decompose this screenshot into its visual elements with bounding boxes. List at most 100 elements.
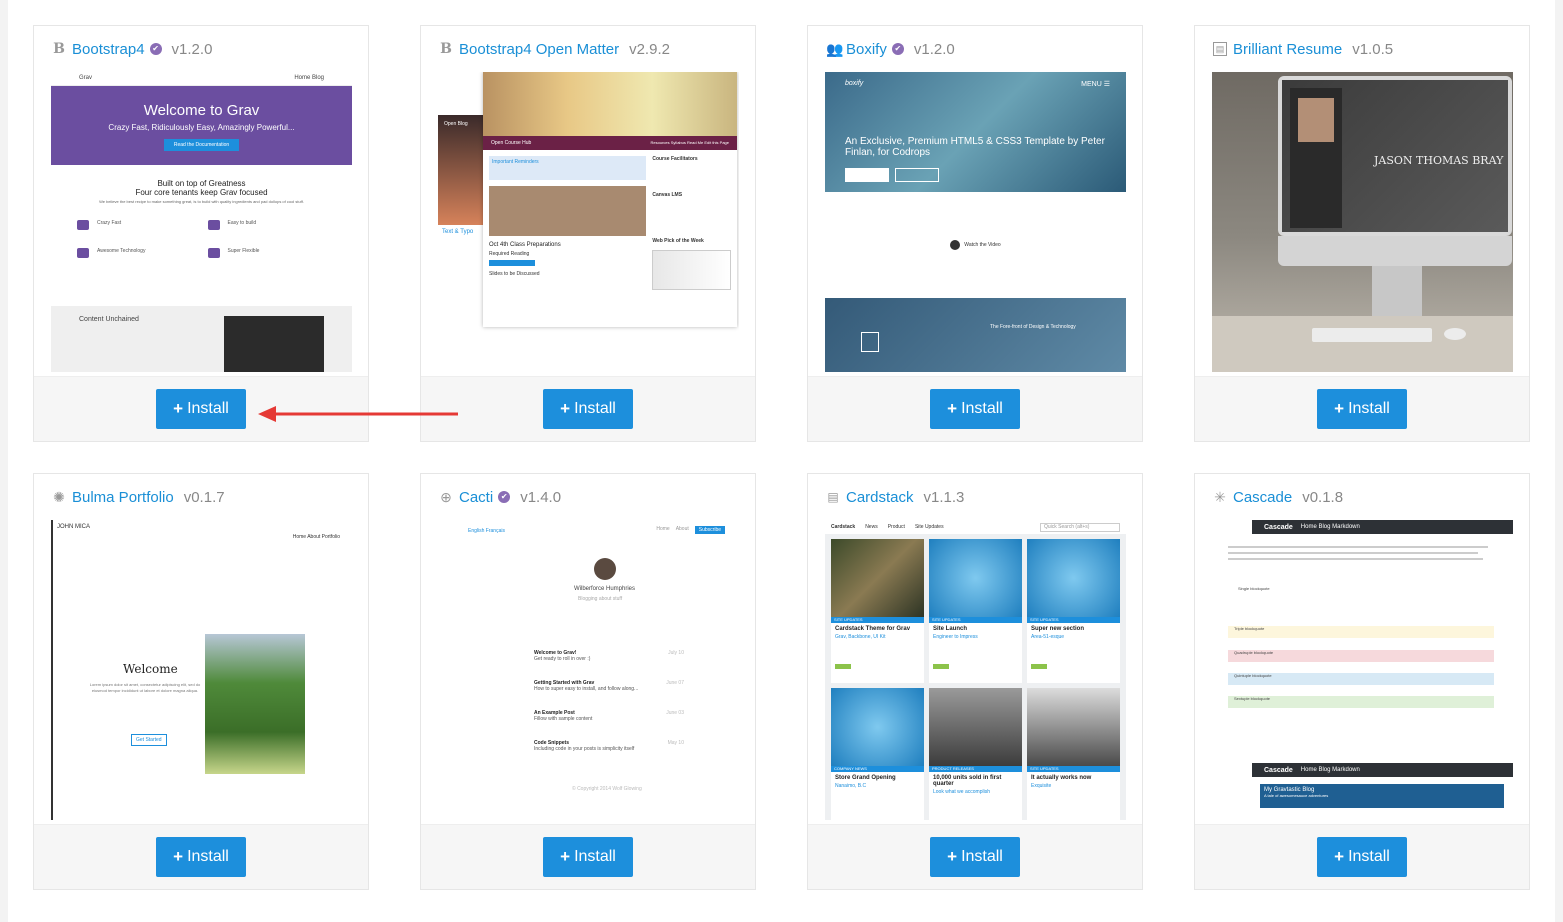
plus-icon: +: [947, 399, 958, 418]
install-label: Install: [187, 848, 229, 865]
install-button[interactable]: + Install: [930, 389, 1020, 429]
thumb-hero: Welcome to Grav Crazy Fast, Ridiculously…: [51, 86, 352, 165]
thumb-facilitators: Course Facilitators: [652, 156, 698, 162]
install-button[interactable]: + Install: [543, 389, 633, 429]
thumb-course-content: Important Reminders Oct 4th Class Prepar…: [483, 150, 737, 296]
install-label: Install: [961, 400, 1003, 417]
thumb-post: Welcome to Grav! Get ready to roll in ove…: [534, 650, 684, 662]
theme-card-header: ✳ Cascade v0.1.8: [1195, 474, 1529, 520]
theme-thumbnail[interactable]: boxify MENU ☰ An Exclusive, Premium HTML…: [825, 72, 1126, 372]
theme-thumbnail[interactable]: English Français Home About Subscribe Wi…: [438, 520, 739, 820]
thumb-card-subtitle: Nanaimo, B.C: [835, 783, 867, 789]
install-label: Install: [1348, 848, 1390, 865]
thumb-logo: Cardstack: [831, 524, 856, 530]
install-button[interactable]: + Install: [1317, 837, 1407, 877]
thumb-reminders: Important Reminders: [489, 156, 647, 180]
thumb-post-date: July 10: [668, 650, 684, 656]
thumb-canvas: Canvas LMS: [652, 192, 683, 198]
thumb-card-image: [831, 539, 924, 617]
thumb-web-pick: Web Pick of the Week: [652, 238, 704, 244]
theme-thumbnail[interactable]: Cardstack News Product Site Updates Quic…: [825, 520, 1126, 820]
install-label: Install: [187, 400, 229, 417]
theme-card-footer: + Install: [34, 824, 368, 889]
theme-version: v1.1.3: [923, 488, 965, 506]
thumb-imac-photo: JASON THOMAS BRAY: [1212, 72, 1513, 372]
theme-name-link[interactable]: Bulma Portfolio: [72, 489, 174, 506]
theme-name-link[interactable]: Cascade: [1233, 489, 1292, 506]
thumb-feature: Crazy Fast: [77, 220, 196, 230]
puzzle-icon: [207, 248, 220, 258]
install-button[interactable]: + Install: [930, 837, 1020, 877]
theme-version: v1.2.0: [171, 40, 213, 58]
theme-name-link[interactable]: Boxify: [846, 41, 887, 58]
thumb-text-line: [1228, 558, 1483, 560]
bootstrap-icon: B: [53, 41, 65, 57]
thumb-hero: boxify MENU ☰ An Exclusive, Premium HTML…: [825, 72, 1126, 192]
plus-icon: +: [173, 847, 184, 866]
thumb-navbar: Cardstack News Product Site Updates Quic…: [825, 520, 1126, 534]
install-button[interactable]: + Install: [156, 389, 246, 429]
thumb-navbar-2: Cascade Home Blog Markdown: [1252, 763, 1513, 777]
verified-badge-icon: ✔: [498, 491, 511, 503]
thumb-logo: Cascade: [1264, 766, 1293, 774]
thumb-card: PRODUCT RELEASES 10,000 units sold in fir…: [929, 688, 1022, 820]
thumb-section-subtitle: Four core tenants keep Grav focused: [135, 188, 268, 197]
thumb-nav-links: Home Blog Markdown: [1300, 767, 1360, 773]
thumb-imac-screen: JASON THOMAS BRAY: [1278, 76, 1512, 236]
thumb-tagline: Blogging about stuff: [578, 596, 623, 602]
thumb-portfolio-page: JOHN MICA Home About Portfolio Welcome L…: [51, 520, 352, 820]
thumb-back-link: Text & Typo: [442, 229, 474, 235]
theme-version: v2.9.2: [629, 40, 670, 58]
thumb-course-bar: Open Course Hub Resources Syllabus Read …: [483, 136, 737, 150]
thumb-feature-label: Crazy Fast: [97, 220, 122, 226]
thumb-card-title: Site Launch: [933, 626, 968, 632]
thumb-features: Crazy Fast Easy to build Awesome Technol…: [51, 204, 352, 258]
users-icon: 👥: [826, 41, 844, 57]
thumb-card-tag: [835, 664, 851, 669]
thumb-card: SITE UPDATES Cardstack Theme for Grav Grav…: [831, 539, 924, 683]
thumb-text-line: [1228, 546, 1488, 548]
thumb-post-date: June 03: [666, 710, 684, 716]
theme-card-footer: + Install: [808, 824, 1142, 889]
thumb-blockquote-block: Sextuple blockquote: [1228, 696, 1494, 708]
thumb-feature-label: Super Flexible: [227, 248, 260, 254]
theme-thumbnail[interactable]: Cascade Home Blog Markdown Single blockqu…: [1212, 520, 1513, 820]
plus-icon: +: [560, 847, 571, 866]
thumb-card-subtitle: Area-51-esque: [1031, 634, 1065, 640]
thumb-nav-links: Home Blog: [294, 75, 324, 81]
install-button[interactable]: + Install: [156, 837, 246, 877]
theme-thumbnail[interactable]: Grav Home Blog Welcome to Grav Crazy Fas…: [51, 72, 352, 372]
thumb-desk: [1212, 316, 1513, 372]
thumb-text-line: [1228, 552, 1478, 554]
theme-card-header: ⊕ Cacti ✔ v1.4.0: [421, 474, 755, 520]
annotation-arrow-icon: [258, 406, 458, 422]
thumb-blockquote-label: Quadruple blockquote: [1234, 650, 1274, 655]
theme-name-link[interactable]: Bootstrap4: [72, 41, 145, 58]
thumb-blockquote-label: Quintuple blockquote: [1234, 673, 1272, 678]
thumb-nav-link: Site Updates: [914, 524, 944, 530]
thumb-feature: Super Flexible: [207, 248, 327, 258]
theme-name-link[interactable]: Brilliant Resume: [1233, 41, 1342, 58]
theme-card-header: 👥 Boxify ✔ v1.2.0: [808, 26, 1142, 72]
thumb-mouse: [1444, 328, 1466, 340]
install-button[interactable]: + Install: [543, 837, 633, 877]
theme-name-link[interactable]: Cardstack: [846, 489, 914, 506]
install-button[interactable]: + Install: [1317, 389, 1407, 429]
thumb-logo: Cascade: [1264, 523, 1293, 531]
thumb-post-desc: Including code in your posts is simplici…: [534, 746, 635, 752]
theme-name-link[interactable]: Bootstrap4 Open Matter: [459, 41, 619, 58]
theme-name-link[interactable]: Cacti: [459, 489, 493, 506]
theme-thumbnail[interactable]: Open Blog Text & Typo Open Course Hub Re…: [438, 72, 739, 372]
thumb-post-desc: Get ready to roll in over :): [534, 656, 591, 662]
theme-thumbnail[interactable]: JOHN MICA Home About Portfolio Welcome L…: [51, 520, 352, 820]
bootstrap-icon: B: [440, 41, 452, 57]
thumb-navbar: Grav Home Blog: [51, 72, 352, 86]
thumb-headline: An Exclusive, Premium HTML5 & CSS3 Templ…: [845, 136, 1105, 158]
theme-thumbnail[interactable]: JASON THOMAS BRAY: [1212, 72, 1513, 372]
plus-icon: +: [1334, 847, 1345, 866]
thumb-language-links: English Français: [468, 528, 505, 534]
theme-card-footer: + Install: [1195, 824, 1529, 889]
plane-icon: [77, 220, 89, 230]
thumb-course-title: Open Course Hub: [491, 140, 532, 146]
thumb-author: Wilberforce Humphries: [574, 586, 636, 592]
